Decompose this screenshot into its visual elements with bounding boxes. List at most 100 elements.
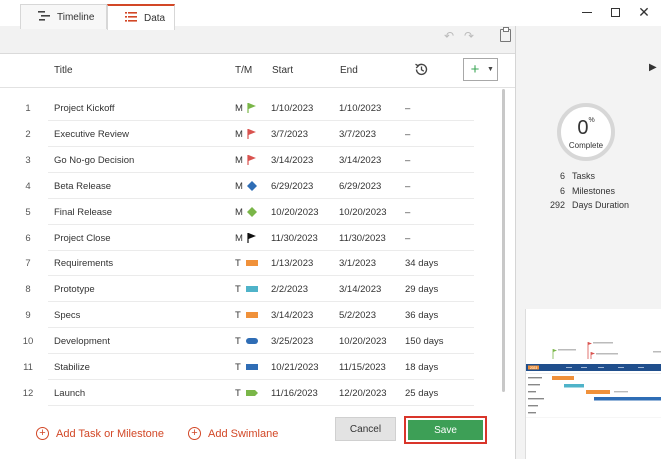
- item-start-date[interactable]: 3/7/2023: [271, 129, 308, 140]
- item-duration[interactable]: –: [405, 207, 410, 218]
- item-end-date[interactable]: 3/7/2023: [339, 129, 376, 140]
- flag-red-icon[interactable]: [246, 154, 258, 166]
- item-duration[interactable]: 34 days: [405, 258, 438, 269]
- table-row[interactable]: 3 Go No-go Decision M 3/14/2023 3/14/2023 –: [0, 147, 515, 173]
- maximize-button[interactable]: [603, 2, 627, 22]
- dropdown-caret-icon[interactable]: ▼: [487, 66, 494, 73]
- item-start-date[interactable]: 3/14/2023: [271, 155, 313, 166]
- redo-icon[interactable]: ↷: [464, 29, 474, 43]
- item-type[interactable]: T: [235, 258, 241, 269]
- close-button[interactable]: ✕: [632, 2, 656, 22]
- item-start-date[interactable]: 1/13/2023: [271, 258, 313, 269]
- diamond-blue-icon[interactable]: [246, 180, 258, 192]
- item-start-date[interactable]: 1/10/2023: [271, 103, 313, 114]
- flag-red-icon[interactable]: [246, 128, 258, 140]
- item-title[interactable]: Launch: [54, 388, 85, 399]
- add-task-or-milestone-button[interactable]: + Add Task or Milestone: [36, 427, 164, 440]
- item-start-date[interactable]: 2/2/2023: [271, 284, 308, 295]
- item-start-date[interactable]: 3/25/2023: [271, 336, 313, 347]
- item-end-date[interactable]: 5/2/2023: [339, 310, 376, 321]
- add-item-button[interactable]: + ▼: [463, 58, 498, 81]
- item-start-date[interactable]: 11/30/2023: [271, 233, 318, 244]
- expand-pane-icon[interactable]: ▶: [649, 62, 657, 73]
- item-start-date[interactable]: 10/20/2023: [271, 207, 319, 218]
- item-duration[interactable]: 25 days: [405, 388, 438, 399]
- item-title[interactable]: Stabilize: [54, 362, 90, 373]
- flag-black-icon[interactable]: [246, 232, 258, 244]
- item-type[interactable]: M: [235, 207, 243, 218]
- diamond-green-icon[interactable]: [246, 206, 258, 218]
- item-end-date[interactable]: 10/20/2023: [339, 207, 387, 218]
- item-end-date[interactable]: 1/10/2023: [339, 103, 381, 114]
- undo-icon[interactable]: ↶: [444, 29, 454, 43]
- table-row[interactable]: 7 Requirements T 1/13/2023 3/1/2023 34 days: [0, 250, 515, 277]
- item-type[interactable]: T: [235, 284, 241, 295]
- table-row[interactable]: 8 Prototype T 2/2/2023 3/14/2023 29 days: [0, 276, 515, 303]
- item-type[interactable]: M: [235, 181, 243, 192]
- item-title[interactable]: Beta Release: [54, 181, 111, 192]
- item-end-date[interactable]: 11/15/2023: [339, 362, 386, 373]
- item-type[interactable]: T: [235, 336, 241, 347]
- add-swimlane-button[interactable]: + Add Swimlane: [188, 427, 278, 440]
- item-end-date[interactable]: 12/20/2023: [339, 388, 387, 399]
- table-row[interactable]: 2 Executive Review M 3/7/2023 3/7/2023 –: [0, 121, 515, 147]
- tab-data[interactable]: Data: [107, 4, 175, 30]
- item-type[interactable]: M: [235, 155, 243, 166]
- item-duration[interactable]: 18 days: [405, 362, 438, 373]
- item-title[interactable]: Development: [54, 336, 110, 347]
- table-row[interactable]: 11 Stabilize T 10/21/2023 11/15/2023 18 days: [0, 354, 515, 380]
- bar-orange-icon[interactable]: [246, 257, 258, 269]
- item-start-date[interactable]: 6/29/2023: [271, 181, 313, 192]
- item-title[interactable]: Final Release: [54, 207, 112, 218]
- item-title[interactable]: Specs: [54, 310, 80, 321]
- clipboard-icon[interactable]: [500, 27, 511, 42]
- item-duration[interactable]: 29 days: [405, 284, 438, 295]
- item-end-date[interactable]: 3/14/2023: [339, 155, 381, 166]
- minimize-button[interactable]: [575, 2, 599, 22]
- item-duration[interactable]: 36 days: [405, 310, 438, 321]
- item-type[interactable]: M: [235, 233, 243, 244]
- vertical-scrollbar[interactable]: [502, 89, 505, 392]
- item-start-date[interactable]: 10/21/2023: [271, 362, 319, 373]
- tab-timeline[interactable]: Timeline: [20, 4, 107, 29]
- table-row[interactable]: 5 Final Release M 10/20/2023 10/20/2023 –: [0, 199, 515, 225]
- table-row[interactable]: 10 Development T 3/25/2023 10/20/2023 150 day…: [0, 328, 515, 355]
- item-end-date[interactable]: 3/1/2023: [339, 258, 376, 269]
- item-type[interactable]: M: [235, 103, 243, 114]
- item-end-date[interactable]: 3/14/2023: [339, 284, 381, 295]
- item-duration[interactable]: –: [405, 233, 410, 244]
- item-type[interactable]: T: [235, 388, 241, 399]
- cancel-button[interactable]: Cancel: [335, 417, 396, 441]
- item-title[interactable]: Go No-go Decision: [54, 155, 134, 166]
- item-type[interactable]: T: [235, 310, 241, 321]
- item-start-date[interactable]: 11/16/2023: [271, 388, 318, 399]
- item-duration[interactable]: –: [405, 129, 410, 140]
- item-end-date[interactable]: 11/30/2023: [339, 233, 386, 244]
- item-title[interactable]: Project Close: [54, 233, 111, 244]
- table-row[interactable]: 4 Beta Release M 6/29/2023 6/29/2023 –: [0, 173, 515, 199]
- timeline-preview-thumbnail[interactable]: 2023: [525, 309, 661, 459]
- pill-blue-icon[interactable]: [246, 335, 258, 347]
- item-type[interactable]: M: [235, 129, 243, 140]
- item-duration[interactable]: –: [405, 103, 410, 114]
- item-start-date[interactable]: 3/14/2023: [271, 310, 313, 321]
- item-title[interactable]: Executive Review: [54, 129, 129, 140]
- item-end-date[interactable]: 10/20/2023: [339, 336, 387, 347]
- item-title[interactable]: Prototype: [54, 284, 95, 295]
- table-row[interactable]: 1 Project Kickoff M 1/10/2023 1/10/2023 –: [0, 95, 515, 121]
- table-row[interactable]: 6 Project Close M 11/30/2023 11/30/2023 –: [0, 225, 515, 251]
- bar-teal-icon[interactable]: [246, 283, 258, 295]
- item-duration[interactable]: –: [405, 181, 410, 192]
- item-end-date[interactable]: 6/29/2023: [339, 181, 381, 192]
- table-row[interactable]: 12 Launch T 11/16/2023 12/20/2023 25 days: [0, 380, 515, 406]
- item-duration[interactable]: –: [405, 155, 410, 166]
- bar-blue-icon[interactable]: [246, 361, 258, 373]
- item-title[interactable]: Requirements: [54, 258, 113, 269]
- item-title[interactable]: Project Kickoff: [54, 103, 115, 114]
- flag-green-icon[interactable]: [246, 102, 258, 114]
- save-button[interactable]: Save: [408, 420, 483, 440]
- bar-orange-icon[interactable]: [246, 309, 258, 321]
- table-row[interactable]: 9 Specs T 3/14/2023 5/2/2023 36 days: [0, 302, 515, 329]
- item-duration[interactable]: 150 days: [405, 336, 444, 347]
- tag-green-icon[interactable]: [246, 387, 258, 399]
